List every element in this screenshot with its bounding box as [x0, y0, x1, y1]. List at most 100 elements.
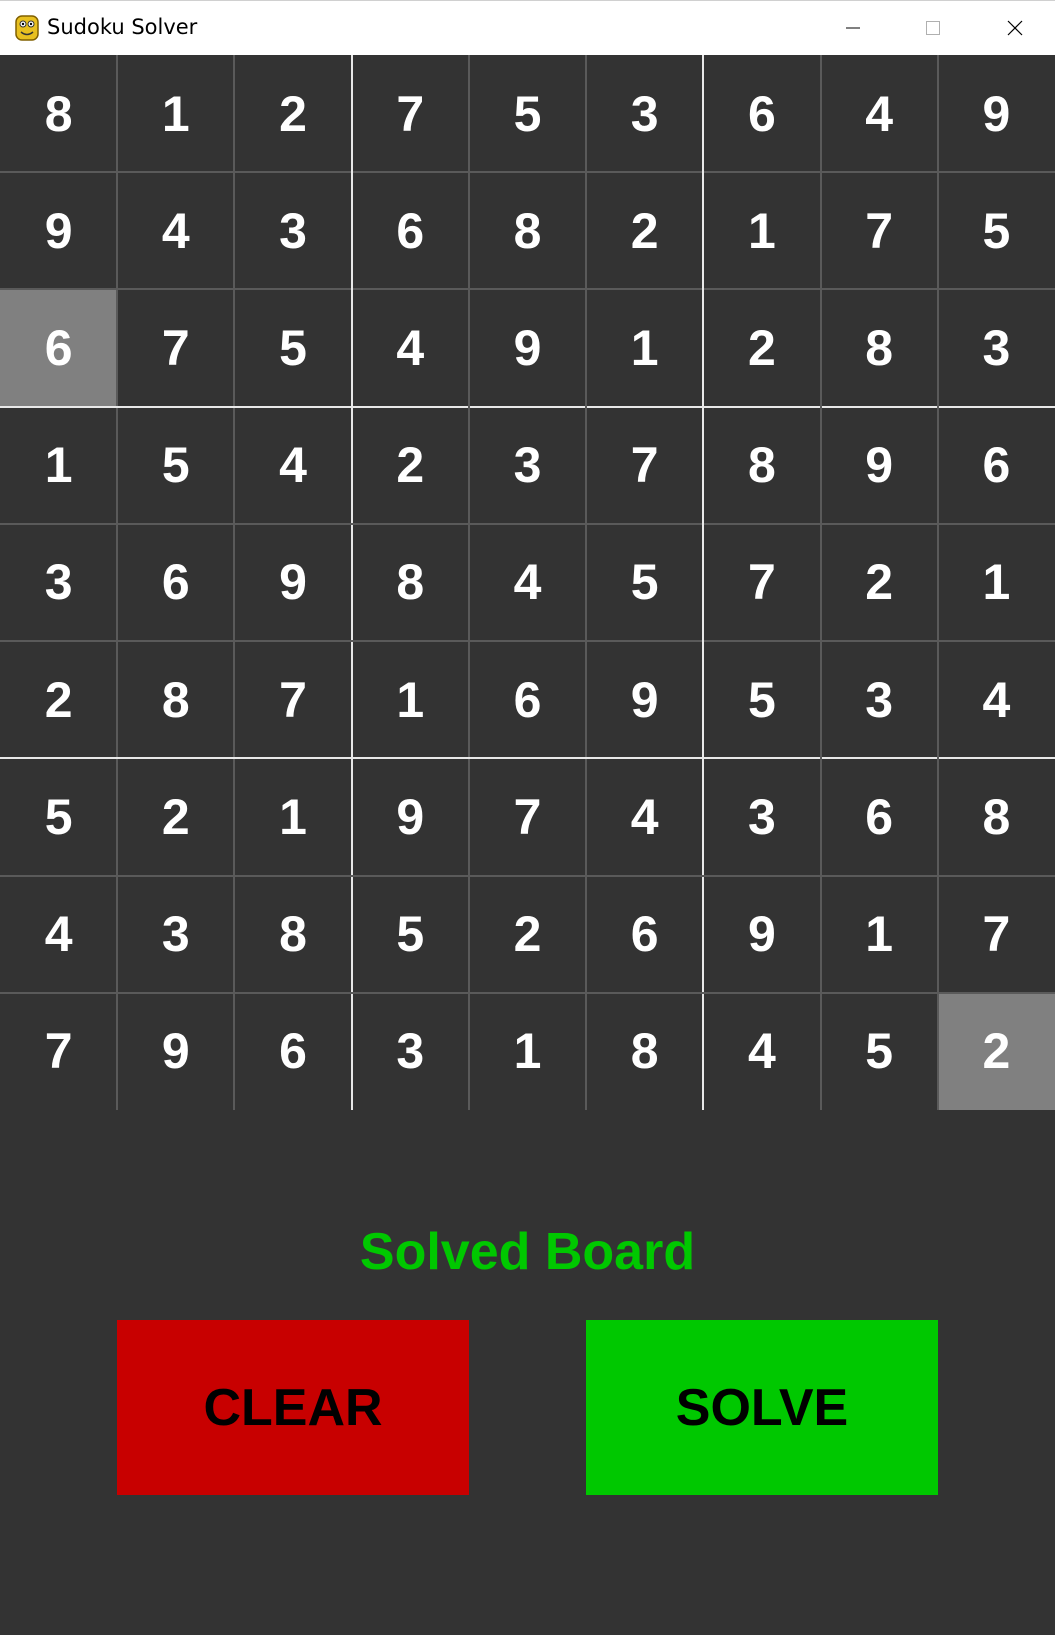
- sudoku-cell[interactable]: 6: [352, 172, 469, 289]
- sudoku-cell[interactable]: 5: [469, 55, 586, 172]
- sudoku-cell[interactable]: 3: [938, 289, 1055, 406]
- sudoku-cell[interactable]: 5: [938, 172, 1055, 289]
- grid-line: [233, 55, 236, 1110]
- sudoku-window: Sudoku Solver 81275364994368217567549128…: [0, 0, 1055, 1635]
- sudoku-cell[interactable]: 6: [938, 407, 1055, 524]
- grid-line: [0, 288, 1055, 291]
- sudoku-cell[interactable]: 7: [234, 641, 351, 758]
- sudoku-cell[interactable]: 1: [938, 524, 1055, 641]
- sudoku-cell[interactable]: 4: [703, 993, 820, 1110]
- sudoku-cell[interactable]: 2: [821, 524, 938, 641]
- sudoku-cell[interactable]: 9: [234, 524, 351, 641]
- sudoku-cell[interactable]: 6: [586, 876, 703, 993]
- close-button[interactable]: [975, 1, 1055, 55]
- grid-line: [467, 55, 470, 1110]
- sudoku-cell[interactable]: 5: [117, 407, 234, 524]
- sudoku-cell[interactable]: 4: [938, 641, 1055, 758]
- grid-box-line: [702, 55, 705, 1110]
- sudoku-cell[interactable]: 7: [938, 876, 1055, 993]
- sudoku-cell[interactable]: 1: [469, 993, 586, 1110]
- sudoku-cell[interactable]: 7: [703, 524, 820, 641]
- sudoku-cell[interactable]: 7: [0, 993, 117, 1110]
- sudoku-cell[interactable]: 7: [117, 289, 234, 406]
- sudoku-cell[interactable]: 4: [821, 55, 938, 172]
- sudoku-cell[interactable]: 5: [821, 993, 938, 1110]
- grid-line: [819, 55, 822, 1110]
- sudoku-cell[interactable]: 5: [234, 289, 351, 406]
- sudoku-cell[interactable]: 6: [703, 55, 820, 172]
- sudoku-cell[interactable]: 5: [0, 758, 117, 875]
- sudoku-cell[interactable]: 2: [703, 289, 820, 406]
- sudoku-cell[interactable]: 1: [703, 172, 820, 289]
- sudoku-cell[interactable]: 4: [0, 876, 117, 993]
- sudoku-cell[interactable]: 9: [352, 758, 469, 875]
- sudoku-cell[interactable]: 9: [117, 993, 234, 1110]
- sudoku-cell[interactable]: 7: [586, 407, 703, 524]
- sudoku-cell[interactable]: 1: [821, 876, 938, 993]
- sudoku-cell[interactable]: 3: [117, 876, 234, 993]
- maximize-button[interactable]: [893, 1, 973, 55]
- sudoku-cell[interactable]: 4: [586, 758, 703, 875]
- sudoku-cell[interactable]: 2: [0, 641, 117, 758]
- sudoku-cell[interactable]: 6: [234, 993, 351, 1110]
- sudoku-cell[interactable]: 8: [703, 407, 820, 524]
- sudoku-cell[interactable]: 1: [0, 407, 117, 524]
- sudoku-cell[interactable]: 6: [821, 758, 938, 875]
- sudoku-cell[interactable]: 8: [586, 993, 703, 1110]
- grid-box-line: [0, 757, 1055, 760]
- sudoku-cell[interactable]: 6: [469, 641, 586, 758]
- grid-line: [116, 55, 119, 1110]
- sudoku-cell[interactable]: 4: [117, 172, 234, 289]
- sudoku-cell[interactable]: 6: [0, 289, 118, 407]
- title-bar: Sudoku Solver: [0, 0, 1055, 55]
- minimize-button[interactable]: [813, 1, 893, 55]
- sudoku-cell[interactable]: 1: [352, 641, 469, 758]
- sudoku-cell[interactable]: 3: [469, 407, 586, 524]
- clear-button[interactable]: CLEAR: [117, 1320, 469, 1495]
- sudoku-cell[interactable]: 5: [703, 641, 820, 758]
- sudoku-cell[interactable]: 1: [117, 55, 234, 172]
- minimize-icon: [846, 27, 860, 29]
- sudoku-cell[interactable]: 8: [469, 172, 586, 289]
- sudoku-cell[interactable]: 5: [586, 524, 703, 641]
- sudoku-cell[interactable]: 3: [703, 758, 820, 875]
- solve-button[interactable]: SOLVE: [586, 1320, 938, 1495]
- sudoku-cell[interactable]: 4: [469, 524, 586, 641]
- sudoku-cell[interactable]: 2: [937, 992, 1055, 1110]
- sudoku-cell[interactable]: 6: [117, 524, 234, 641]
- sudoku-cell[interactable]: 2: [586, 172, 703, 289]
- sudoku-cell[interactable]: 3: [821, 641, 938, 758]
- sudoku-cell[interactable]: 8: [117, 641, 234, 758]
- sudoku-cell[interactable]: 2: [117, 758, 234, 875]
- sudoku-cell[interactable]: 3: [234, 172, 351, 289]
- sudoku-cell[interactable]: 9: [703, 876, 820, 993]
- sudoku-cell[interactable]: 5: [352, 876, 469, 993]
- sudoku-cell[interactable]: 7: [469, 758, 586, 875]
- sudoku-cell[interactable]: 3: [0, 524, 117, 641]
- grid-line: [0, 874, 1055, 877]
- sudoku-cell[interactable]: 8: [0, 55, 117, 172]
- grid-box-line: [0, 405, 1055, 408]
- sudoku-cell[interactable]: 8: [821, 289, 938, 406]
- sudoku-cell[interactable]: 8: [938, 758, 1055, 875]
- sudoku-cell[interactable]: 9: [821, 407, 938, 524]
- sudoku-cell[interactable]: 9: [586, 641, 703, 758]
- sudoku-cell[interactable]: 8: [234, 876, 351, 993]
- sudoku-cell[interactable]: 7: [821, 172, 938, 289]
- sudoku-cell[interactable]: 9: [938, 55, 1055, 172]
- grid-line: [0, 640, 1055, 643]
- sudoku-cell[interactable]: 1: [586, 289, 703, 406]
- sudoku-cell[interactable]: 9: [469, 289, 586, 406]
- python-icon: [15, 15, 39, 41]
- sudoku-cell[interactable]: 8: [352, 524, 469, 641]
- sudoku-cell[interactable]: 7: [352, 55, 469, 172]
- sudoku-cell[interactable]: 2: [469, 876, 586, 993]
- sudoku-cell[interactable]: 2: [234, 55, 351, 172]
- sudoku-cell[interactable]: 4: [352, 289, 469, 406]
- sudoku-cell[interactable]: 2: [352, 407, 469, 524]
- sudoku-cell[interactable]: 3: [352, 993, 469, 1110]
- sudoku-cell[interactable]: 3: [586, 55, 703, 172]
- sudoku-cell[interactable]: 1: [234, 758, 351, 875]
- sudoku-cell[interactable]: 9: [0, 172, 117, 289]
- sudoku-cell[interactable]: 4: [234, 407, 351, 524]
